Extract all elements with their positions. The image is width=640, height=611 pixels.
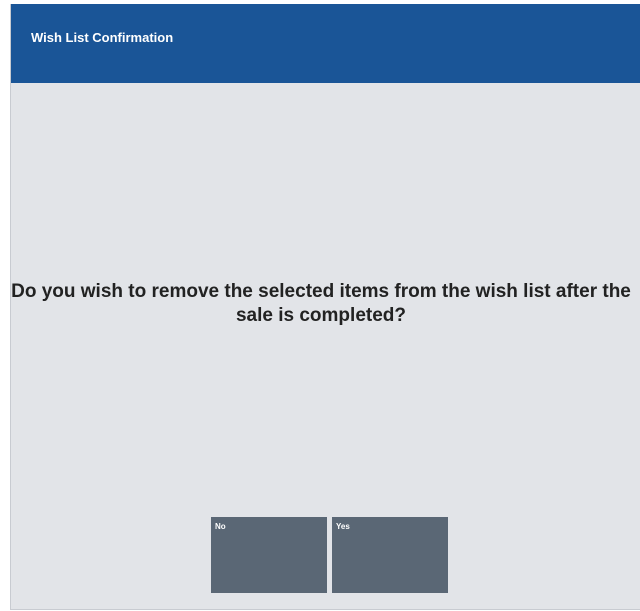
no-button-label: No — [215, 522, 226, 531]
no-button[interactable]: No — [211, 517, 327, 593]
dialog-title-bar: Wish List Confirmation — [11, 4, 640, 83]
yes-button-label: Yes — [336, 522, 350, 531]
confirmation-message: Do you wish to remove the selected items… — [11, 281, 631, 326]
confirmation-dialog: Wish List Confirmation Do you wish to re… — [10, 4, 640, 610]
dialog-title: Wish List Confirmation — [31, 30, 174, 45]
yes-button[interactable]: Yes — [332, 517, 448, 593]
